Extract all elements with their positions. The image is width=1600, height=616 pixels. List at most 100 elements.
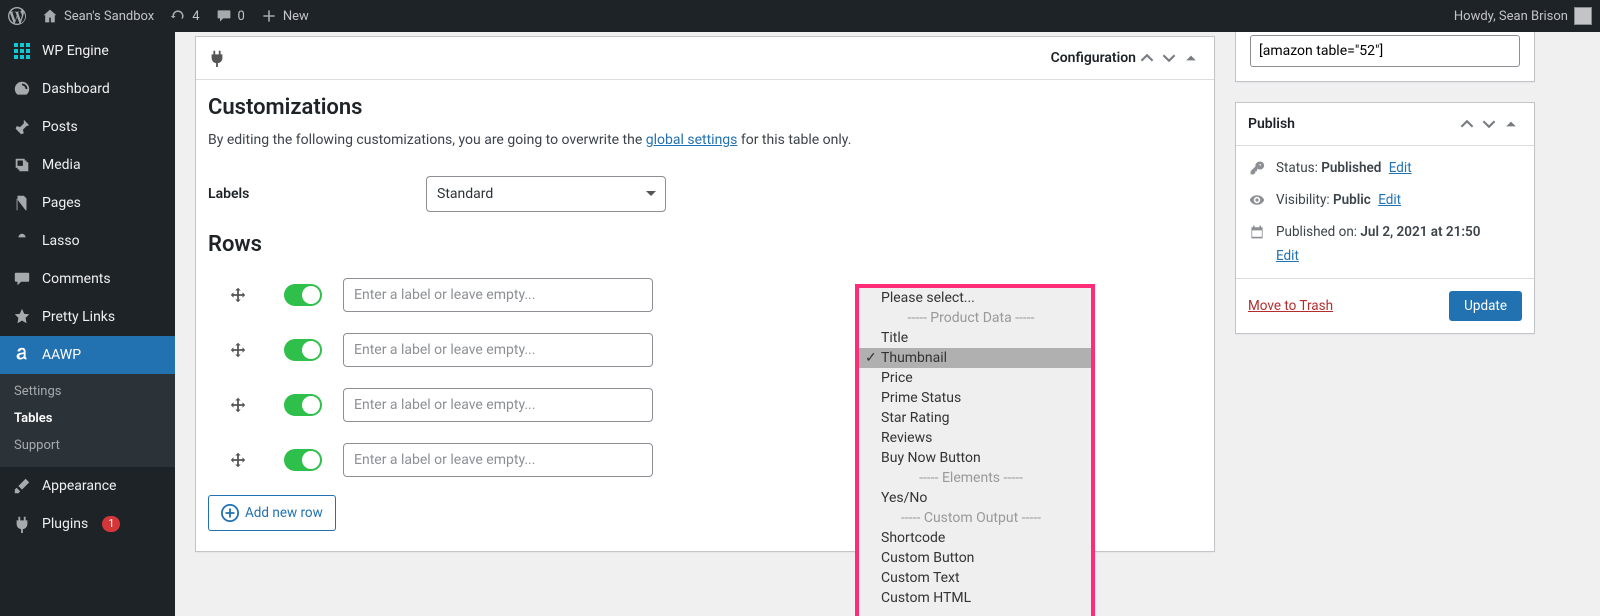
account-link[interactable]: Howdy, Sean Brison [1446, 0, 1600, 32]
calendar-icon [1248, 224, 1266, 240]
drag-handle[interactable] [208, 451, 268, 469]
aawp-submenu: Settings Tables Support [0, 374, 175, 467]
publish-heading: Publish [1248, 116, 1456, 132]
update-button[interactable]: Update [1449, 291, 1522, 321]
dropdown-option[interactable]: Prime Status [859, 388, 1091, 408]
sidebar-item-comments[interactable]: Comments [0, 260, 175, 298]
site-name-link[interactable]: Sean's Sandbox [34, 0, 162, 32]
admin-sidebar: WP Engine Dashboard Posts Media Pages La… [0, 32, 175, 616]
dropdown-group: ----- Elements ----- [859, 468, 1091, 488]
shortcode-input[interactable] [1250, 35, 1520, 67]
plugins-update-badge: 1 [102, 516, 120, 532]
dropdown-option[interactable]: Yes/No [859, 488, 1091, 508]
sidebar-item-pages[interactable]: Pages [0, 184, 175, 222]
status-value: Published [1321, 160, 1381, 176]
row-toggle[interactable] [284, 339, 322, 361]
row-label-input[interactable] [343, 333, 653, 367]
add-row-label: Add new row [245, 505, 323, 521]
move-down-button[interactable] [1158, 47, 1180, 69]
row-toggle[interactable] [284, 284, 322, 306]
row-toggle[interactable] [284, 449, 322, 471]
updates-count: 4 [192, 9, 199, 24]
toggle-panel-button[interactable] [1500, 113, 1522, 135]
row-label-input[interactable] [343, 443, 653, 477]
edit-status-link[interactable]: Edit [1389, 160, 1412, 176]
comments-link[interactable]: 0 [208, 0, 253, 32]
plus-icon [261, 8, 277, 24]
sidebar-item-lasso[interactable]: Lasso [0, 222, 175, 260]
sidebar-item-wpengine[interactable]: WP Engine [0, 32, 175, 70]
submenu-settings[interactable]: Settings [0, 378, 175, 405]
sidebar-item-prettylinks[interactable]: Pretty Links [0, 298, 175, 336]
sidebar-label: Pretty Links [42, 309, 115, 325]
dropdown-group: ----- Product Data ----- [859, 308, 1091, 328]
add-row-button[interactable]: Add new row [208, 495, 336, 531]
dropdown-option[interactable]: Please select... [859, 288, 1091, 308]
key-icon [1248, 160, 1266, 176]
customizations-desc: By editing the following customizations,… [208, 132, 1202, 148]
move-to-trash-link[interactable]: Move to Trash [1248, 298, 1333, 314]
edit-date-link[interactable]: Edit [1276, 248, 1299, 264]
sidebar-item-media[interactable]: Media [0, 146, 175, 184]
global-settings-link[interactable]: global settings [646, 132, 738, 148]
dropdown-option[interactable]: Shortcode [859, 528, 1091, 548]
eye-icon [1248, 192, 1266, 208]
move-down-button[interactable] [1478, 113, 1500, 135]
plus-circle-icon [221, 504, 239, 522]
drag-handle[interactable] [208, 341, 268, 359]
avatar-icon [1574, 7, 1592, 25]
dropdown-option[interactable]: Title [859, 328, 1091, 348]
dropdown-option[interactable]: Thumbnail [859, 348, 1091, 368]
toggle-panel-button[interactable] [1180, 47, 1202, 69]
star-icon [12, 307, 32, 327]
home-icon [42, 8, 58, 24]
sidebar-item-plugins[interactable]: Plugins1 [0, 505, 175, 543]
customizations-heading: Customizations [208, 95, 1202, 120]
dropdown-option[interactable]: Reviews [859, 428, 1091, 448]
row-label-input[interactable] [343, 388, 653, 422]
admin-bar: Sean's Sandbox 4 0 New Howdy, Sean Briso… [0, 0, 1600, 32]
sidebar-item-posts[interactable]: Posts [0, 108, 175, 146]
row-type-dropdown[interactable]: Please select...----- Product Data -----… [855, 284, 1095, 616]
sidebar-item-aawp[interactable]: AAWP [0, 336, 175, 374]
publish-status-line: Status: Published Edit [1236, 152, 1534, 184]
wpengine-icon [12, 41, 32, 61]
date-label: Published on: [1276, 224, 1360, 240]
wordpress-icon [8, 7, 26, 25]
drag-handle[interactable] [208, 396, 268, 414]
dropdown-option[interactable]: Star Rating [859, 408, 1091, 428]
updates-link[interactable]: 4 [162, 0, 207, 32]
shortcode-metabox [1235, 32, 1535, 82]
plugin-icon [12, 514, 32, 534]
edit-visibility-link[interactable]: Edit [1378, 192, 1401, 208]
sidebar-label: WP Engine [42, 43, 109, 59]
row-label-input[interactable] [343, 278, 653, 312]
visibility-value: Public [1333, 192, 1371, 208]
sidebar-item-dashboard[interactable]: Dashboard [0, 70, 175, 108]
dropdown-option[interactable]: Custom Text [859, 568, 1091, 588]
dropdown-option[interactable]: Price [859, 368, 1091, 388]
move-up-button[interactable] [1136, 47, 1158, 69]
media-icon [12, 155, 32, 175]
labels-select[interactable]: Standard [426, 176, 666, 212]
new-link[interactable]: New [253, 0, 317, 32]
desc-text: By editing the following customizations,… [208, 132, 646, 148]
dashboard-icon [12, 79, 32, 99]
submenu-tables[interactable]: Tables [0, 405, 175, 432]
sidebar-item-appearance[interactable]: Appearance [0, 467, 175, 505]
comment-icon [12, 269, 32, 289]
dropdown-option[interactable]: Custom Button [859, 548, 1091, 568]
plug-icon [208, 49, 226, 67]
dropdown-option[interactable]: Custom HTML [859, 588, 1091, 608]
visibility-label: Visibility: [1276, 192, 1333, 208]
wp-logo[interactable] [0, 0, 34, 32]
submenu-support[interactable]: Support [0, 432, 175, 459]
labels-field-label: Labels [208, 186, 426, 202]
desc-text: for this table only. [737, 132, 851, 148]
drag-handle[interactable] [208, 286, 268, 304]
move-up-button[interactable] [1456, 113, 1478, 135]
dropdown-option[interactable]: Buy Now Button [859, 448, 1091, 468]
pin-icon [12, 117, 32, 137]
publish-visibility-line: Visibility: Public Edit [1236, 184, 1534, 216]
row-toggle[interactable] [284, 394, 322, 416]
